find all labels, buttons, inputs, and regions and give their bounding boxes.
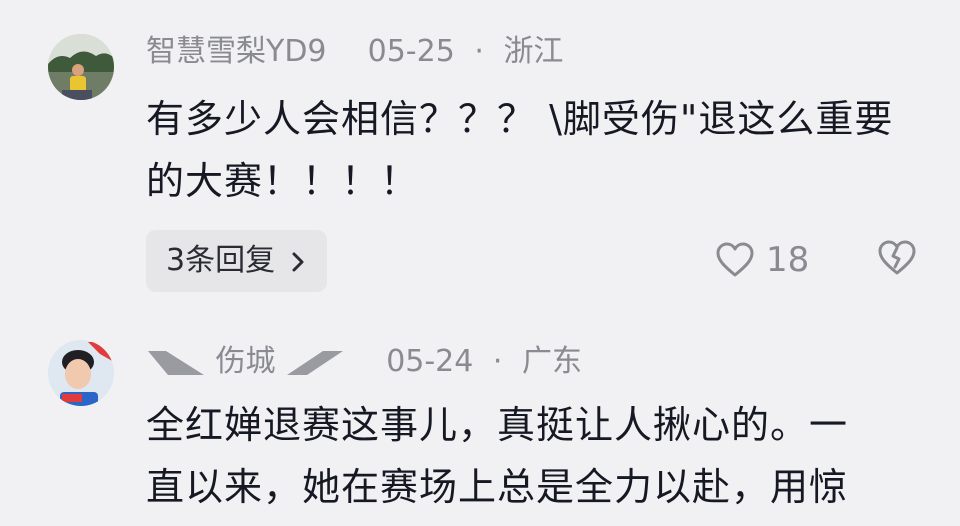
broken-heart-icon[interactable] [878,240,916,276]
username[interactable]: 智慧雪梨YD9 [146,34,327,69]
comment-meta: 智慧雪梨YD9 05-25 · 浙江 [146,32,563,72]
meta-separator: · [474,34,484,69]
comment-item: 智慧雪梨YD9 05-25 · 浙江 有多少人会相信？？？ \脚受伤"退这么重要… [0,0,960,310]
name-decoration-right-icon [285,349,345,377]
chevron-right-icon [291,231,305,293]
avatar[interactable] [48,34,114,100]
meta-separator: · [492,344,503,379]
comment-item: 伤城 05-24 · 广东 全红婵退赛这事儿，真挺让人揪心的。一 直以来，她在赛… [0,310,960,526]
reply-count-label: 3条回复 [166,243,276,278]
comment-date: 05-25 [367,34,455,69]
comment-date: 05-24 [386,344,474,379]
comment-meta: 伤城 05-24 · 广东 [146,342,582,382]
comment-text[interactable]: 全红婵退赛这事儿，真挺让人揪心的。一 直以来，她在赛场上总是全力以赴，用惊 [146,394,946,518]
name-decoration-left-icon [146,349,206,377]
comment-text-line: 有多少人会相信？？？ \脚受伤"退这么重要 [146,97,894,141]
avatar-image [48,34,114,100]
comment-location: 广东 [522,344,583,379]
like-group: 18 [716,240,809,280]
heart-outline-icon[interactable] [716,242,754,278]
comment-location: 浙江 [503,34,564,69]
comment-text-line: 全红婵退赛这事儿，真挺让人揪心的。一 [146,403,849,447]
avatar[interactable] [48,340,114,406]
view-replies-button[interactable]: 3条回复 [146,230,327,292]
comment-text-line: 直以来，她在赛场上总是全力以赴，用惊 [146,465,849,509]
username[interactable]: 伤城 [216,344,276,379]
avatar-image [48,340,114,406]
like-count: 18 [766,240,810,280]
comment-text-line: 的大赛！！！！ [146,159,420,203]
comment-text[interactable]: 有多少人会相信？？？ \脚受伤"退这么重要 的大赛！！！！ [146,88,946,212]
